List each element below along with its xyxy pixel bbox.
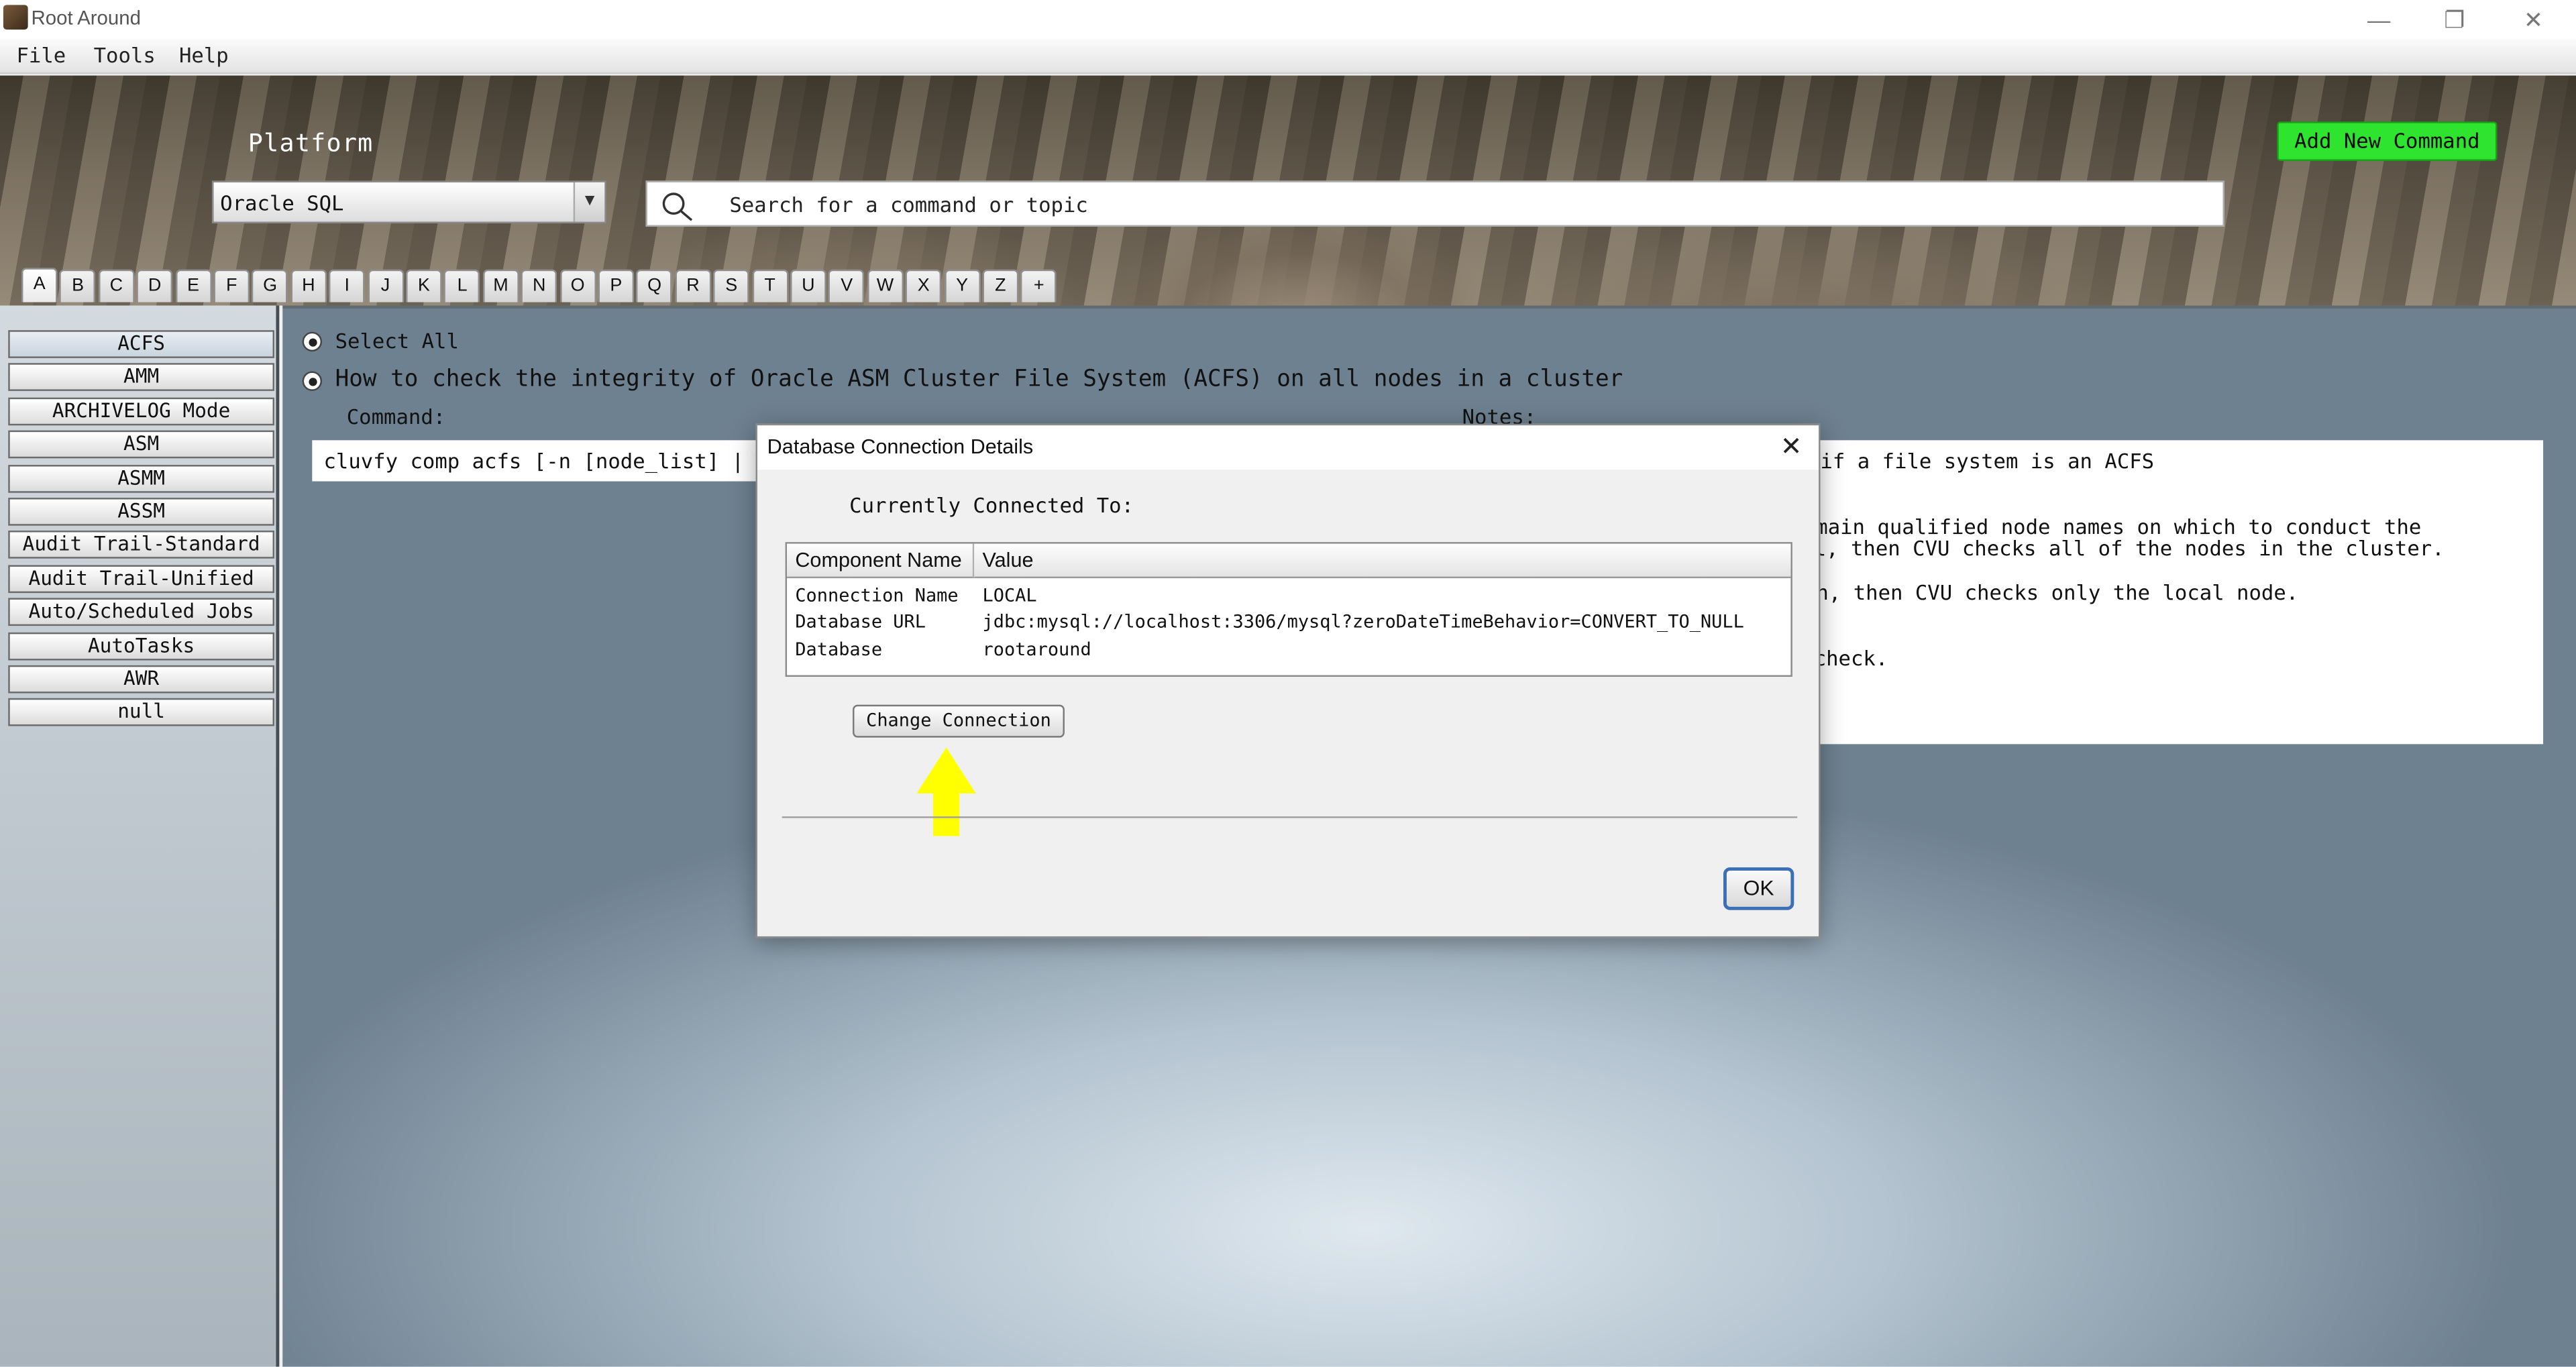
tab-g[interactable]: G: [252, 269, 288, 303]
tab-a[interactable]: A: [21, 268, 58, 303]
tab-d[interactable]: D: [136, 269, 173, 303]
dialog-title-bar: Database Connection Details ✕: [757, 425, 1819, 470]
sidebar-item[interactable]: ARCHIVELOG Mode: [8, 397, 274, 425]
tab-u[interactable]: U: [790, 269, 826, 303]
tab-q[interactable]: Q: [636, 269, 673, 303]
platform-select[interactable]: Oracle SQL ▼: [211, 180, 606, 224]
window-title: Root Around: [31, 6, 141, 30]
sidebar-item[interactable]: null: [8, 698, 274, 727]
tab-i[interactable]: I: [329, 269, 366, 303]
sidebar-item[interactable]: ACFS: [8, 330, 274, 358]
table-cell: Database: [795, 639, 883, 661]
sidebar-item[interactable]: ASM: [8, 431, 274, 459]
tab-e[interactable]: E: [175, 269, 211, 303]
menu-bar: File Tools Help: [0, 39, 2576, 74]
tab-j[interactable]: J: [367, 269, 404, 303]
app-icon: [3, 5, 28, 30]
column-header-component[interactable]: Component Name: [787, 543, 975, 579]
add-new-command-button[interactable]: Add New Command: [2277, 121, 2498, 162]
tab-h[interactable]: H: [290, 269, 327, 303]
sidebar-item[interactable]: ASMM: [8, 464, 274, 492]
table-cell: Database URL: [795, 611, 926, 633]
sidebar-item[interactable]: Auto/Scheduled Jobs: [8, 598, 274, 626]
command-box[interactable]: cluvfy comp acfs [-n [node_list] | [: [312, 440, 789, 482]
tab-k[interactable]: K: [405, 269, 442, 303]
minimize-icon[interactable]: —: [2341, 3, 2417, 36]
tab-f[interactable]: F: [213, 269, 250, 303]
table-cell: rootaround: [982, 639, 1091, 661]
tab-add[interactable]: +: [1020, 269, 1057, 303]
chevron-down-icon[interactable]: ▼: [573, 182, 605, 222]
command-label: Command:: [346, 404, 446, 429]
up-arrow-icon: [916, 747, 976, 836]
tab-o[interactable]: O: [559, 269, 596, 303]
close-icon[interactable]: ✕: [2496, 3, 2571, 36]
sidebar-item[interactable]: Audit Trail-Unified: [8, 564, 274, 593]
tab-l[interactable]: L: [444, 269, 481, 303]
sidebar-item[interactable]: AutoTasks: [8, 631, 274, 660]
close-icon[interactable]: ✕: [1780, 431, 1803, 463]
notes-box[interactable]: if a file system is an ACFS domain quali…: [1790, 440, 2544, 745]
question-text[interactable]: How to check the integrity of Oracle ASM…: [335, 366, 1623, 392]
sidebar-item[interactable]: AMM: [8, 364, 274, 392]
change-connection-button[interactable]: Change Connection: [853, 704, 1065, 738]
database-connection-dialog: Database Connection Details ✕ Currently …: [755, 423, 1821, 938]
select-all-radio[interactable]: [302, 331, 323, 352]
table-cell: Connection Name: [795, 584, 959, 606]
platform-label: Platform: [248, 128, 374, 158]
notes-line: check.: [1813, 645, 1888, 671]
menu-tools[interactable]: Tools: [94, 43, 156, 68]
notes-line: l, then CVU checks all of the nodes in t…: [1813, 535, 2445, 561]
ok-button[interactable]: OK: [1723, 867, 1794, 910]
tab-v[interactable]: V: [828, 269, 865, 303]
tab-p[interactable]: P: [598, 269, 635, 303]
category-sidebar: ACFS AMM ARCHIVELOG Mode ASM ASMM ASSM Audit T…: [0, 305, 280, 1367]
platform-select-value: Oracle SQL: [220, 190, 344, 215]
tab-c[interactable]: C: [98, 269, 135, 303]
tab-w[interactable]: W: [867, 269, 904, 303]
connected-label: Currently Connected To:: [849, 492, 1134, 518]
dialog-title: Database Connection Details: [767, 435, 1034, 459]
search-input[interactable]: Search for a command or topic: [645, 180, 2224, 227]
menu-file[interactable]: File: [16, 43, 66, 68]
sidebar-item[interactable]: ASSM: [8, 498, 274, 526]
tab-x[interactable]: X: [905, 269, 942, 303]
table-cell: jdbc:mysql://localhost:3306/mysql?zeroDa…: [982, 611, 1744, 633]
command-text: cluvfy comp acfs [-n [node_list] | [: [323, 448, 769, 474]
tab-z[interactable]: Z: [982, 269, 1019, 303]
sidebar-item[interactable]: AWR: [8, 665, 274, 694]
notes-line: if a file system is an ACFS: [1820, 448, 2155, 474]
tab-r[interactable]: R: [675, 269, 711, 303]
menu-help[interactable]: Help: [179, 43, 229, 68]
table-cell: LOCAL: [982, 584, 1037, 606]
tab-t[interactable]: T: [751, 269, 788, 303]
tab-m[interactable]: M: [482, 269, 519, 303]
column-header-value[interactable]: Value: [974, 543, 1791, 579]
connection-table: Component Name Value Connection Name LOC…: [785, 542, 1792, 677]
question-radio[interactable]: [302, 371, 323, 391]
tab-n[interactable]: N: [521, 269, 557, 303]
search-icon: [662, 193, 693, 221]
select-all-label: Select All: [335, 328, 459, 353]
sidebar-item[interactable]: Audit Trail-Standard: [8, 531, 274, 559]
tab-b[interactable]: B: [60, 269, 96, 303]
window-title-bar: Root Around — ❐ ✕: [0, 0, 2576, 40]
dialog-separator: [782, 816, 1798, 818]
tab-y[interactable]: Y: [944, 269, 981, 303]
restore-icon[interactable]: ❐: [2416, 3, 2492, 36]
notes-line: on, then CVU checks only the local node.: [1804, 580, 2299, 605]
tab-s[interactable]: S: [713, 269, 750, 303]
search-placeholder: Search for a command or topic: [729, 192, 1088, 217]
